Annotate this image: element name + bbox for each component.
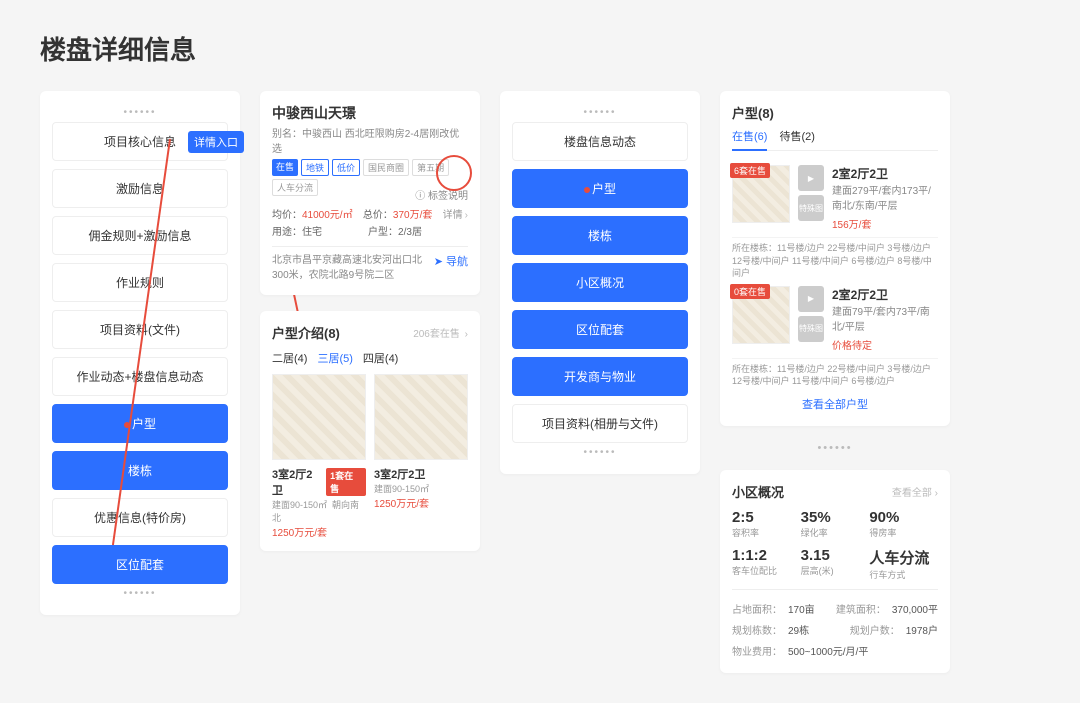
- menu-item[interactable]: 作业动态+楼盘信息动态: [52, 357, 228, 396]
- floorplan-count-link[interactable]: 206套在售 ›: [413, 325, 468, 340]
- media-icon[interactable]: ▶: [798, 286, 824, 312]
- property-name: 中骏西山天璟: [272, 103, 468, 123]
- drag-dots: ••••••: [512, 103, 688, 122]
- vr-icon[interactable]: 特殊图: [798, 195, 824, 221]
- stat-item: 人车分流行车方式: [869, 547, 938, 581]
- floorplan-image: [272, 374, 366, 460]
- menu-item[interactable]: 项目资料(文件): [52, 310, 228, 349]
- total-label: 总价：: [363, 210, 393, 221]
- community-title: 小区概况: [732, 482, 784, 501]
- avg-label: 均价：: [272, 210, 302, 221]
- layout-label: 户型：: [368, 227, 398, 238]
- drag-dots: ••••••: [52, 584, 228, 603]
- footer-item[interactable]: 项目资料(相册与文件): [512, 404, 688, 443]
- menu-card-1: •••••• 详情入口 项目核心信息激励信息佣金规则+激励信息作业规则项目资料(…: [40, 91, 240, 615]
- floorplan-card: 户型介绍(8) 206套在售 › 二居(4) 三居(5) 四居(4) 3室2厅2卫1…: [260, 311, 480, 551]
- huxing-tab[interactable]: 待售(2): [779, 128, 814, 144]
- drag-dots: ••••••: [512, 443, 688, 462]
- huxing-title: 户型(8): [732, 103, 938, 122]
- total-value: 370万/套: [393, 210, 432, 221]
- info-line: 占地面积：170亩建筑面积：370,000平: [732, 598, 938, 619]
- menu-item[interactable]: 作业规则: [52, 263, 228, 302]
- floorplan-tab[interactable]: 二居(4): [272, 350, 307, 366]
- stat-item: 1:1:2客车位配比: [732, 547, 801, 581]
- property-tag: 人车分流: [272, 179, 318, 196]
- menu-item[interactable]: 小区概况: [512, 263, 688, 302]
- info-line: 物业费用：500~1000元/月/平: [732, 640, 938, 661]
- info-line: 规划栋数：29栋规划户数：1978户: [732, 619, 938, 640]
- property-tag: 国民商圈: [363, 159, 409, 176]
- huxing-tab[interactable]: 在售(6): [732, 128, 767, 151]
- floorplan-image: [374, 374, 468, 460]
- huxing-card: 户型(8) 在售(6)待售(2) 6套在售▶特殊图2室2厅2卫建面279平/套内…: [720, 91, 950, 426]
- nav-button[interactable]: ➤ 导航: [434, 253, 468, 269]
- use-label: 用途：: [272, 227, 302, 238]
- menu-item[interactable]: 户型: [52, 404, 228, 443]
- stat-item: 3.15层高(米): [801, 547, 870, 581]
- menu-item[interactable]: 区位配套: [52, 545, 228, 584]
- menu-item[interactable]: 楼栋: [52, 451, 228, 490]
- vr-icon[interactable]: 特殊图: [798, 316, 824, 342]
- property-tag: 地铁: [301, 159, 329, 176]
- floorplan-tab[interactable]: 三居(5): [317, 350, 352, 366]
- menu-item[interactable]: 区位配套: [512, 310, 688, 349]
- address: 北京市昌平京藏高速北安河出口北300米，农院北路9号院二区: [272, 253, 434, 283]
- property-alias: 别名：中骏西山 西北旺限购房2-4居刚改优选: [272, 125, 468, 155]
- property-summary-card: 中骏西山天璟 别名：中骏西山 西北旺限购房2-4居刚改优选 在售地铁低价国民商圈…: [260, 91, 480, 295]
- floorplan-item[interactable]: 3室2厅2卫1套在售建面90-150㎡ 朝向南北1250万元/套: [272, 374, 366, 539]
- property-tag: 在售: [272, 159, 298, 176]
- property-tag: 低价: [332, 159, 360, 176]
- section-header: 楼盘信息动态: [512, 122, 688, 161]
- use-value: 住宅: [302, 227, 322, 238]
- view-all-button[interactable]: 查看全部户型: [732, 388, 938, 414]
- menu-item[interactable]: 户型: [512, 169, 688, 208]
- tag-hint[interactable]: ⓘ 标签说明: [415, 191, 468, 202]
- layout-value: 2/3居: [398, 227, 422, 238]
- menu-item[interactable]: 激励信息: [52, 169, 228, 208]
- floorplan-item[interactable]: 3室2厅2卫建面90-150㎡1250万元/套: [374, 374, 468, 539]
- menu-item[interactable]: 楼栋: [512, 216, 688, 255]
- separator-dots: ••••••: [720, 442, 950, 454]
- menu-item[interactable]: 佣金规则+激励信息: [52, 216, 228, 255]
- page-title: 楼盘详细信息: [40, 30, 1040, 67]
- unit-row[interactable]: 6套在售▶特殊图2室2厅2卫建面279平/套内173平/南北/东南/平层156万…: [732, 159, 938, 238]
- entry-badge: 详情入口: [188, 131, 244, 153]
- avg-value: 41000元/㎡: [302, 210, 353, 221]
- menu-item[interactable]: 开发商与物业: [512, 357, 688, 396]
- stat-item: 2:5容积率: [732, 509, 801, 539]
- property-tag: 第五期: [412, 159, 449, 176]
- detail-link[interactable]: 详情›: [443, 206, 468, 221]
- stat-item: 35%绿化率: [801, 509, 870, 539]
- unit-row[interactable]: 0套在售▶特殊图2室2厅2卫建面79平/套内73平/南北/平层价格待定: [732, 280, 938, 359]
- menu-card-2: •••••• 楼盘信息动态 户型楼栋小区概况区位配套开发商与物业 项目资料(相册…: [500, 91, 700, 474]
- menu-item[interactable]: 优惠信息(特价房): [52, 498, 228, 537]
- floorplan-tab[interactable]: 四居(4): [363, 350, 398, 366]
- media-icon[interactable]: ▶: [798, 165, 824, 191]
- stat-item: 90%得房率: [869, 509, 938, 539]
- community-card: 小区概况 查看全部 › 2:5容积率35%绿化率90%得房率 1:1:2客车位配…: [720, 470, 950, 673]
- unit-location: 所在楼栋：11号楼/边户 22号楼/中间户 3号楼/边户 12号楼/中间户 11…: [732, 242, 938, 280]
- drag-dots: ••••••: [52, 103, 228, 122]
- community-more[interactable]: 查看全部 ›: [892, 484, 938, 499]
- floorplan-title: 户型介绍(8): [272, 323, 340, 342]
- unit-location: 所在楼栋：11号楼/边户 22号楼/中间户 3号楼/边户 12号楼/中间户 11…: [732, 363, 938, 388]
